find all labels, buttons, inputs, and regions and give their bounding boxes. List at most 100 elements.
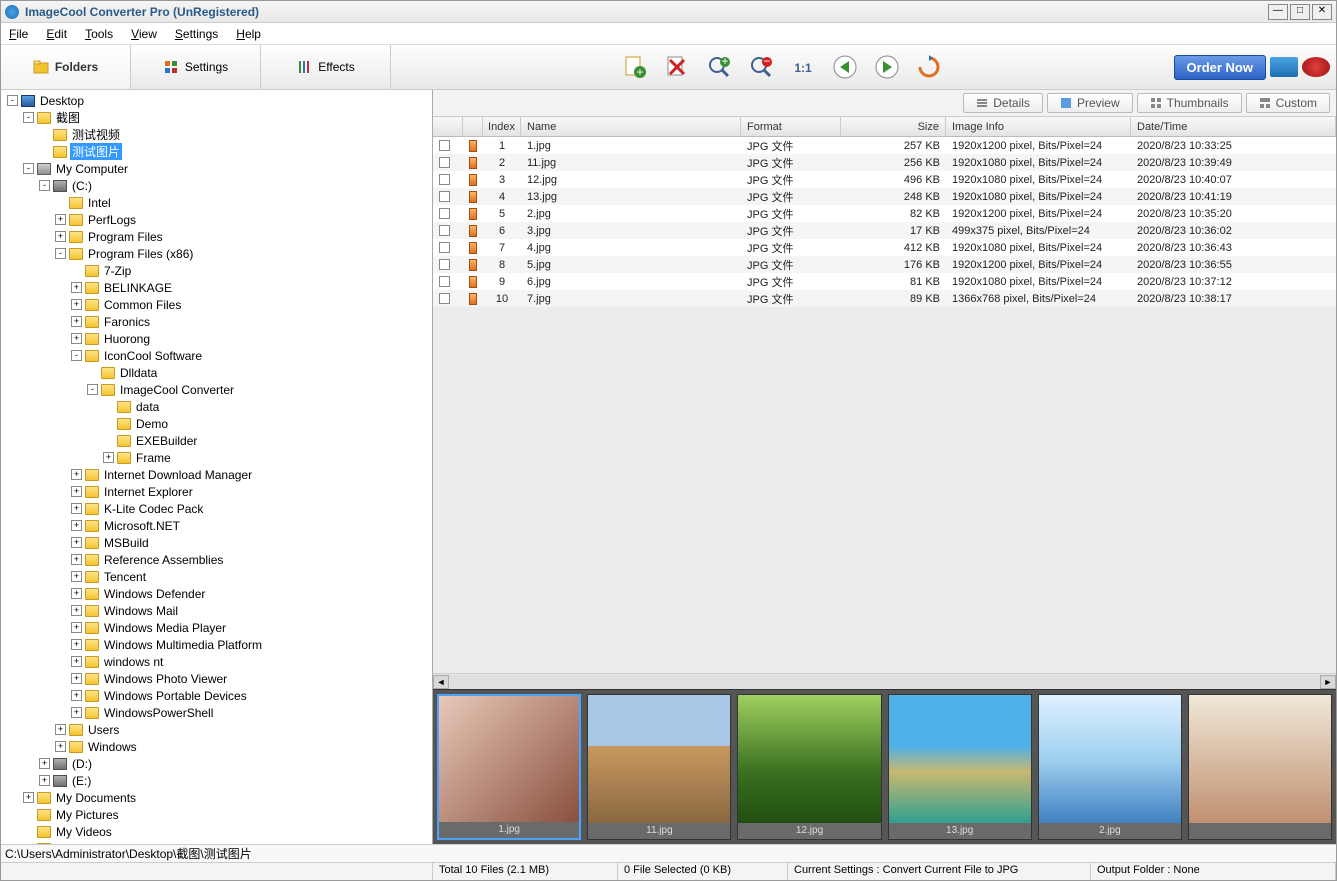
tree-toggle-icon[interactable]: + (39, 758, 50, 769)
tree-node[interactable]: +My Documents (3, 789, 430, 806)
tree-node[interactable]: +Windows (3, 738, 430, 755)
thumbnail[interactable]: 2.jpg (1038, 694, 1182, 840)
row-checkbox[interactable] (439, 242, 450, 253)
file-row[interactable]: 413.jpgJPG 文件248 KB1920x1080 pixel, Bits… (433, 188, 1336, 205)
tree-node[interactable]: +Frame (3, 449, 430, 466)
tree-node[interactable]: +K-Lite Codec Pack (3, 500, 430, 517)
column-header[interactable] (433, 117, 463, 136)
tree-node[interactable]: +Users (3, 721, 430, 738)
tree-toggle-icon[interactable]: + (71, 673, 82, 684)
row-checkbox[interactable] (439, 225, 450, 236)
tree-node[interactable]: Dlldata (3, 364, 430, 381)
column-header[interactable]: Name (521, 117, 741, 136)
tree-toggle-icon[interactable]: + (71, 537, 82, 548)
tree-toggle-icon[interactable]: + (55, 231, 66, 242)
menu-view[interactable]: View (131, 27, 157, 41)
prev-icon[interactable] (831, 53, 859, 81)
tree-toggle-icon[interactable]: + (55, 214, 66, 225)
zoom-1-1-icon[interactable]: 1:1 (789, 53, 817, 81)
tree-node[interactable]: +BELINKAGE (3, 279, 430, 296)
view-tab-custom[interactable]: Custom (1246, 93, 1330, 113)
tree-node[interactable]: 测试图片 (3, 143, 430, 160)
tab-folders[interactable]: Folders (1, 45, 131, 89)
tree-node[interactable]: +Windows Portable Devices (3, 687, 430, 704)
maximize-button[interactable]: □ (1290, 4, 1310, 20)
tree-node[interactable]: +Common Files (3, 296, 430, 313)
tree-node[interactable]: 7-Zip (3, 262, 430, 279)
row-checkbox[interactable] (439, 276, 450, 287)
tree-toggle-icon[interactable]: + (39, 775, 50, 786)
scroll-left-icon[interactable]: ◄ (433, 675, 449, 689)
tree-toggle-icon[interactable]: + (71, 571, 82, 582)
tree-toggle-icon[interactable]: - (7, 95, 18, 106)
minimize-button[interactable]: — (1268, 4, 1288, 20)
row-checkbox[interactable] (439, 191, 450, 202)
file-row[interactable]: 107.jpgJPG 文件89 KB1366x768 pixel, Bits/P… (433, 290, 1336, 307)
tree-node[interactable]: 测试视频 (3, 126, 430, 143)
tree-toggle-icon[interactable]: + (71, 639, 82, 650)
tree-toggle-icon[interactable]: + (55, 724, 66, 735)
order-now-button[interactable]: Order Now (1174, 55, 1266, 80)
row-checkbox[interactable] (439, 174, 450, 185)
tree-toggle-icon[interactable]: + (71, 605, 82, 616)
tree-node[interactable]: +Windows Media Player (3, 619, 430, 636)
tree-node[interactable]: My Videos (3, 823, 430, 840)
file-row[interactable]: 211.jpgJPG 文件256 KB1920x1080 pixel, Bits… (433, 154, 1336, 171)
thumbnail-strip[interactable]: 1.jpg11.jpg12.jpg13.jpg2.jpg (433, 689, 1336, 844)
tree-toggle-icon[interactable]: - (55, 248, 66, 259)
tree-node[interactable]: -Desktop (3, 92, 430, 109)
tab-effects[interactable]: Effects (261, 45, 391, 89)
refresh-icon[interactable] (915, 53, 943, 81)
tree-node[interactable]: +Internet Download Manager (3, 466, 430, 483)
tree-node[interactable]: +Windows Mail (3, 602, 430, 619)
menu-tools[interactable]: Tools (85, 27, 113, 41)
row-checkbox[interactable] (439, 157, 450, 168)
tree-toggle-icon[interactable]: + (71, 520, 82, 531)
row-checkbox[interactable] (439, 293, 450, 304)
menu-file[interactable]: File (9, 27, 28, 41)
tree-node[interactable]: +Huorong (3, 330, 430, 347)
row-checkbox[interactable] (439, 259, 450, 270)
thumbnail[interactable]: 12.jpg (737, 694, 881, 840)
tree-toggle-icon[interactable]: + (71, 588, 82, 599)
file-row[interactable]: 74.jpgJPG 文件412 KB1920x1080 pixel, Bits/… (433, 239, 1336, 256)
delete-file-icon[interactable] (663, 53, 691, 81)
tree-toggle-icon[interactable]: + (55, 741, 66, 752)
tree-toggle-icon[interactable]: + (71, 282, 82, 293)
thumbnail[interactable] (1188, 694, 1332, 840)
column-header[interactable]: Date/Time (1131, 117, 1336, 136)
tree-node[interactable]: -ImageCool Converter (3, 381, 430, 398)
close-button[interactable]: ✕ (1312, 4, 1332, 20)
tree-node[interactable]: +WindowsPowerShell (3, 704, 430, 721)
tab-settings[interactable]: Settings (131, 45, 261, 89)
column-header[interactable]: Image Info (946, 117, 1131, 136)
file-row[interactable]: 63.jpgJPG 文件17 KB499x375 pixel, Bits/Pix… (433, 222, 1336, 239)
column-header[interactable]: Format (741, 117, 841, 136)
tree-toggle-icon[interactable]: + (71, 554, 82, 565)
tree-node[interactable]: +Program Files (3, 228, 430, 245)
view-tab-preview[interactable]: Preview (1047, 93, 1133, 113)
file-row[interactable]: 52.jpgJPG 文件82 KB1920x1200 pixel, Bits/P… (433, 205, 1336, 222)
tree-node[interactable]: Intel (3, 194, 430, 211)
tree-node[interactable]: -截图 (3, 109, 430, 126)
tree-toggle-icon[interactable]: + (103, 452, 114, 463)
zoom-in-icon[interactable]: + (705, 53, 733, 81)
tree-toggle-icon[interactable]: + (71, 486, 82, 497)
tree-toggle-icon[interactable]: + (23, 792, 34, 803)
tree-node[interactable]: -Program Files (x86) (3, 245, 430, 262)
view-tab-thumbnails[interactable]: Thumbnails (1137, 93, 1242, 113)
tree-node[interactable]: +windows nt (3, 653, 430, 670)
tree-toggle-icon[interactable]: + (71, 299, 82, 310)
tree-node[interactable]: -IconCool Software (3, 347, 430, 364)
zoom-out-icon[interactable]: − (747, 53, 775, 81)
column-header[interactable] (463, 117, 483, 136)
tree-node[interactable]: +MSBuild (3, 534, 430, 551)
tree-toggle-icon[interactable]: - (23, 112, 34, 123)
tree-toggle-icon[interactable]: + (71, 333, 82, 344)
tree-node[interactable]: -(C:) (3, 177, 430, 194)
tree-node[interactable]: -My Computer (3, 160, 430, 177)
tree-node[interactable]: +PerfLogs (3, 211, 430, 228)
tree-node[interactable]: +Reference Assemblies (3, 551, 430, 568)
tree-toggle-icon[interactable]: + (71, 690, 82, 701)
menu-settings[interactable]: Settings (175, 27, 218, 41)
